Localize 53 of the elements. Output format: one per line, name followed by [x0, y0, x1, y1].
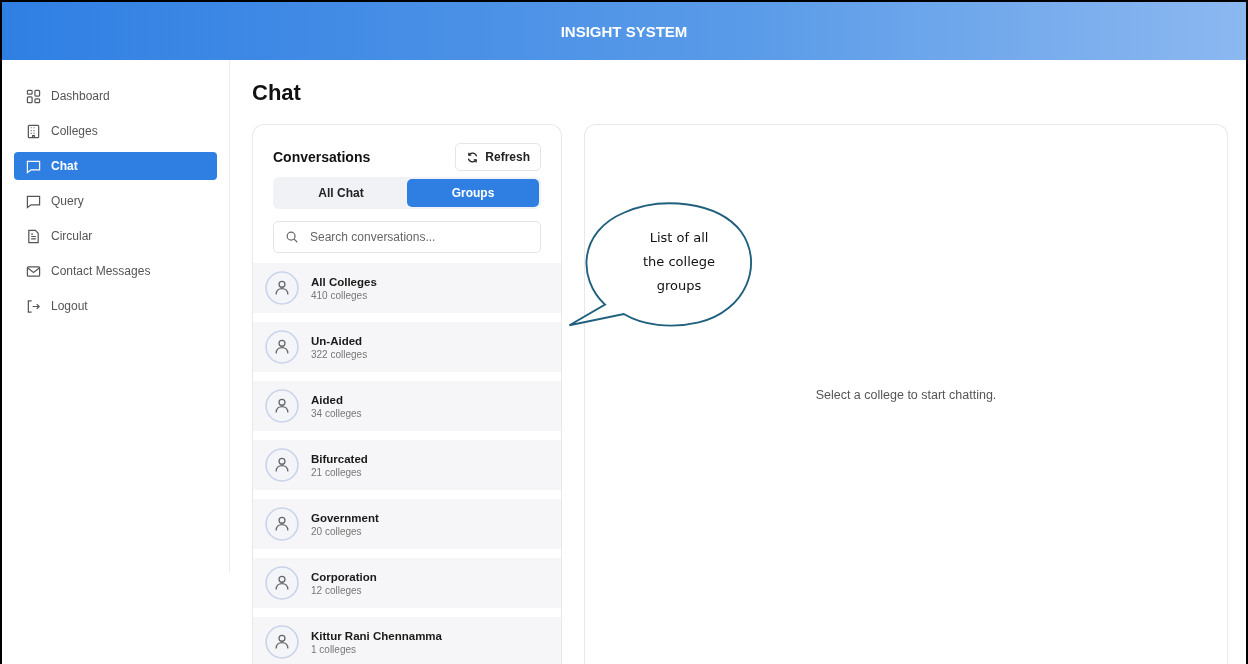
user-avatar-icon	[265, 448, 299, 482]
user-avatar-icon	[265, 389, 299, 423]
group-list-item[interactable]: Government 20 colleges	[253, 499, 561, 549]
group-list-item[interactable]: All Colleges 410 colleges	[253, 263, 561, 313]
app-title: INSIGHT SYSTEM	[560, 22, 688, 40]
group-name: Bifurcated	[311, 452, 368, 465]
college-count: 1 colleges	[311, 643, 358, 655]
group-list-item[interactable]: Bifurcated 21 colleges	[253, 440, 561, 490]
group-name: Un-Aided	[311, 334, 364, 347]
search-icon	[285, 230, 299, 244]
page-title: Chat	[252, 80, 302, 106]
group-list-item[interactable]: Aided 34 colleges	[253, 381, 561, 431]
group-name: Kittur Rani Chennamma	[311, 629, 442, 642]
college-count: 12 colleges	[311, 584, 363, 596]
mail-icon	[26, 263, 41, 279]
sidebar-item[interactable]: Dashboard	[14, 82, 217, 110]
group-list-item[interactable]: Kittur Rani Chennamma 1 colleges	[253, 617, 561, 664]
grid-icon	[26, 88, 41, 104]
tab[interactable]: Groups	[407, 179, 539, 207]
sidebar-item[interactable]: Colleges	[14, 117, 217, 145]
tab[interactable]: All Chat	[275, 179, 407, 207]
college-count: 322 colleges	[311, 348, 368, 360]
sidebar-item[interactable]: Query	[14, 187, 217, 215]
college-count: 410 colleges	[311, 289, 369, 301]
sidebar-item[interactable]: Circular	[14, 222, 217, 250]
refresh-button[interactable]: Refresh	[455, 143, 541, 171]
logout-icon	[26, 298, 41, 314]
callout-text: List of all the college groups	[641, 229, 716, 295]
sidebar-item[interactable]: Logout	[14, 292, 217, 320]
group-name: Aided	[311, 393, 344, 406]
sidebar-item[interactable]: Contact Messages	[14, 257, 217, 285]
building-icon	[26, 123, 41, 139]
document-icon	[26, 228, 41, 244]
chat-bubble-icon	[26, 193, 41, 209]
user-avatar-icon	[265, 566, 299, 600]
group-name: Corporation	[311, 570, 377, 583]
user-avatar-icon	[265, 625, 299, 659]
group-name: All Colleges	[311, 275, 377, 288]
group-name: Government	[311, 511, 379, 524]
chat-bubble-icon	[26, 158, 41, 174]
college-count: 21 colleges	[311, 466, 363, 478]
sidebar-item[interactable]: Chat	[14, 152, 217, 180]
college-count: 34 colleges	[311, 407, 362, 419]
user-avatar-icon	[265, 330, 299, 364]
user-avatar-icon	[265, 507, 299, 541]
search-field[interactable]: Search conversations...	[273, 221, 541, 253]
empty-state-message: Select a college to start chatting.	[815, 387, 997, 402]
group-list-item[interactable]: Corporation 12 colleges	[253, 558, 561, 608]
panel-title: Conversations	[273, 149, 371, 165]
group-list-item[interactable]: Un-Aided 322 colleges	[253, 322, 561, 372]
college-count: 20 colleges	[311, 525, 363, 537]
user-avatar-icon	[265, 271, 299, 305]
refresh-icon	[466, 150, 480, 164]
